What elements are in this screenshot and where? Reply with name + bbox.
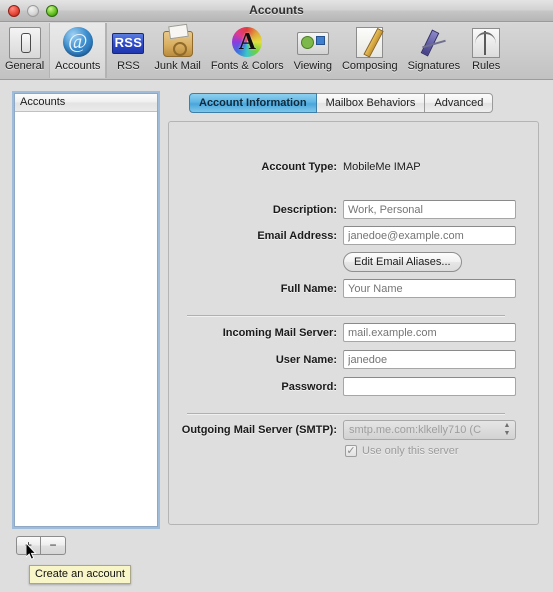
checkmark-icon: ✓	[345, 445, 357, 457]
add-account-button[interactable]: +	[16, 536, 41, 555]
row-edit-aliases: Edit Email Aliases...	[169, 252, 522, 272]
row-password: Password:	[169, 377, 522, 396]
tab-mailbox-behaviors[interactable]: Mailbox Behaviors	[316, 93, 426, 113]
row-use-only-this-server: ✓ Use only this server	[169, 445, 522, 457]
row-full-name: Full Name:	[169, 279, 522, 298]
toolbar-item-rules[interactable]: Rules	[465, 23, 507, 78]
accounts-sidebar-header: Accounts	[15, 94, 157, 112]
toolbar-label-general: General	[5, 60, 45, 72]
accounts-sidebar[interactable]: Accounts	[14, 93, 158, 527]
junk-mail-icon	[162, 26, 194, 58]
toolbar-label-composing: Composing	[341, 60, 398, 72]
tab-advanced[interactable]: Advanced	[425, 93, 494, 113]
toolbar-item-general[interactable]: General	[0, 23, 49, 78]
rules-icon	[470, 26, 502, 58]
label-password: Password:	[281, 380, 337, 393]
at-sign-icon: @	[62, 26, 94, 58]
label-outgoing-mail-server: Outgoing Mail Server (SMTP):	[181, 424, 337, 436]
toolbar-item-fonts-colors[interactable]: Fonts & Colors	[206, 23, 289, 78]
toolbar-item-composing[interactable]: Composing	[337, 23, 403, 78]
toolbar-label-viewing: Viewing	[293, 60, 332, 72]
label-incoming-mail-server: Incoming Mail Server:	[222, 326, 337, 339]
create-account-tooltip: Create an account	[29, 565, 131, 584]
full-name-input[interactable]	[343, 279, 516, 298]
chevron-updown-icon: ▲ ▼	[503, 422, 511, 437]
fonts-colors-icon	[231, 26, 263, 58]
toolbar-label-rules: Rules	[472, 60, 501, 72]
toolbar-label-signatures: Signatures	[407, 60, 461, 72]
toolbar-item-rss[interactable]: RSS RSS	[107, 23, 149, 78]
preferences-toolbar: General @ Accounts RSS RSS Junk Mail Fon…	[0, 23, 553, 80]
account-information-panel: Account Type: MobileMe IMAP Description:…	[168, 121, 539, 525]
edit-email-aliases-button[interactable]: Edit Email Aliases...	[343, 252, 462, 272]
window-title: Accounts	[249, 3, 304, 17]
toolbar-item-viewing[interactable]: Viewing	[289, 23, 337, 78]
email-address-input[interactable]	[343, 226, 516, 245]
preferences-content: Accounts + − Account Information Mailbox…	[0, 80, 553, 592]
toolbar-label-accounts: Accounts	[55, 60, 101, 72]
rss-icon: RSS	[112, 26, 145, 58]
account-detail-pane: Account Information Mailbox Behaviors Ad…	[168, 93, 539, 525]
composing-icon	[354, 26, 386, 58]
window-titlebar: Accounts	[0, 0, 553, 22]
row-incoming-mail-server: Incoming Mail Server:	[169, 323, 522, 342]
section-divider-2	[187, 413, 505, 415]
label-account-type: Account Type:	[261, 161, 337, 173]
user-name-input[interactable]	[343, 350, 516, 369]
remove-account-button[interactable]: −	[41, 536, 66, 555]
toolbar-item-signatures[interactable]: Signatures	[403, 23, 466, 78]
general-icon	[8, 26, 41, 59]
outgoing-mail-server-select[interactable]: smtp.me.com:klkelly710 (C ▲ ▼	[343, 420, 516, 440]
accounts-preferences-window: Accounts General @ Accounts RSS RSS Junk…	[0, 0, 553, 592]
password-input[interactable]	[343, 377, 516, 396]
tab-account-information[interactable]: Account Information	[189, 93, 317, 113]
toolbar-item-junk-mail[interactable]: Junk Mail	[149, 23, 205, 78]
signatures-icon	[418, 26, 450, 58]
add-remove-account-controls: + −	[16, 536, 66, 555]
toolbar-label-fonts-colors: Fonts & Colors	[210, 60, 284, 72]
outgoing-mail-server-value: smtp.me.com:klkelly710 (C	[349, 424, 482, 436]
row-outgoing-mail-server: Outgoing Mail Server (SMTP): smtp.me.com…	[169, 420, 522, 440]
description-input[interactable]	[343, 200, 516, 219]
toolbar-label-rss: RSS	[117, 60, 140, 72]
toolbar-label-junk-mail: Junk Mail	[154, 60, 201, 72]
row-user-name: User Name:	[169, 350, 522, 369]
value-account-type: MobileMe IMAP	[343, 161, 421, 173]
accounts-list[interactable]	[15, 112, 157, 524]
label-description: Description:	[272, 203, 337, 216]
viewing-icon	[296, 26, 329, 58]
row-account-type: Account Type: MobileMe IMAP	[169, 161, 522, 173]
toolbar-item-accounts[interactable]: @ Accounts	[49, 23, 107, 78]
row-description: Description:	[169, 200, 522, 219]
label-full-name: Full Name:	[280, 282, 337, 295]
use-only-this-server-checkbox[interactable]: ✓ Use only this server	[345, 445, 459, 457]
use-only-this-server-label: Use only this server	[362, 445, 459, 457]
section-divider-1	[187, 315, 505, 317]
incoming-mail-server-input[interactable]	[343, 323, 516, 342]
label-user-name: User Name:	[275, 353, 337, 366]
row-email-address: Email Address:	[169, 226, 522, 245]
account-tabs: Account Information Mailbox Behaviors Ad…	[189, 93, 494, 113]
label-email-address: Email Address:	[257, 229, 337, 242]
